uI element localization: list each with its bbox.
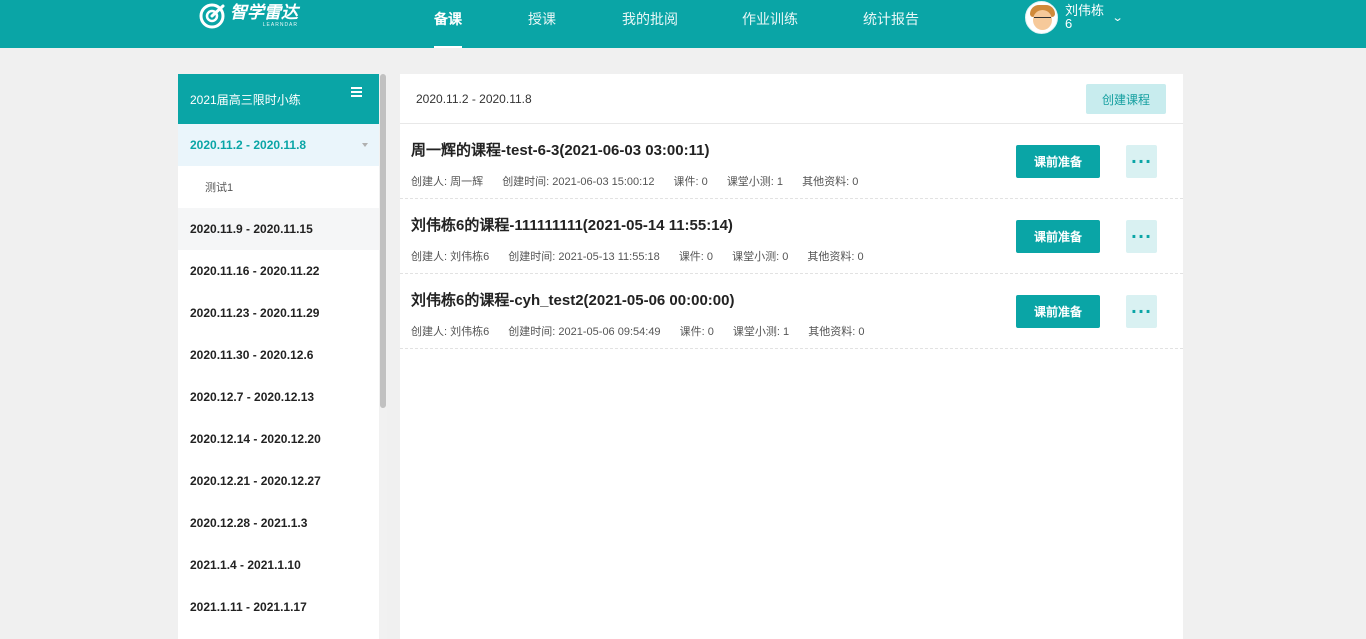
panel-header: 2020.11.2 - 2020.11.8 创建课程 [400, 74, 1183, 124]
avatar [1025, 0, 1058, 34]
course-group-sidebar: 2021届高三限时小练 2020.11.2 - 2020.11.8 测试1 20… [178, 74, 379, 639]
nav-statistics[interactable]: 统计报告 [863, 9, 919, 48]
sidebar-week-item[interactable]: 2020.11.30 - 2020.12.6 [178, 334, 379, 376]
sidebar-header: 2021届高三限时小练 [178, 74, 379, 124]
nav-teach[interactable]: 授课 [528, 9, 556, 48]
courseware-count: 课件: 0 [673, 176, 708, 188]
course-row: 刘伟栋6的课程-111111111(2021-05-14 11:55:14) 创… [400, 199, 1183, 274]
course-row: 刘伟栋6的课程-cyh_test2(2021-05-06 00:00:00) 创… [400, 274, 1183, 349]
created-time: 创建时间: 2021-05-06 09:54:49 [508, 326, 661, 338]
more-options-icon[interactable]: ··· [1126, 295, 1157, 328]
chevron-down-icon: ⌄ [1111, 11, 1124, 24]
sidebar-scrollbar[interactable] [379, 74, 387, 639]
pre-class-prep-button[interactable]: 课前准备 [1016, 145, 1100, 178]
more-options-icon[interactable]: ··· [1126, 220, 1157, 253]
sidebar-week-item[interactable]: 2020.11.9 - 2020.11.15 [178, 208, 379, 250]
courseware-count: 课件: 0 [678, 251, 714, 263]
sidebar-sub-item[interactable]: 测试1 [178, 166, 379, 208]
course-meta: 创建人: 周一辉 创建时间: 2021-06-03 15:00:12 课件: 0… [411, 173, 874, 189]
course-meta: 创建人: 刘伟栋6 创建时间: 2021-05-06 09:54:49 课件: … [411, 323, 880, 339]
sidebar-week-item[interactable]: 2020.12.28 - 2021.1.3 [178, 502, 379, 544]
sidebar-week-item[interactable]: 2020.12.7 - 2020.12.13 [178, 376, 379, 418]
course-meta: 创建人: 刘伟栋6 创建时间: 2021-05-13 11:55:18 课件: … [411, 248, 880, 264]
course-row: 周一辉的课程-test-6-3(2021-06-03 03:00:11) 创建人… [400, 124, 1183, 199]
menu-icon[interactable] [351, 87, 362, 97]
logo-text: 智学雷达 [230, 3, 298, 22]
quiz-count: 课堂小测: 1 [732, 326, 790, 338]
course-title[interactable]: 周一辉的课程-test-6-3(2021-06-03 03:00:11) [411, 139, 709, 160]
creator: 创建人: 刘伟栋6 [411, 326, 490, 338]
more-options-icon[interactable]: ··· [1126, 145, 1157, 178]
sidebar-week-item[interactable]: 2021.1.4 - 2021.1.10 [178, 544, 379, 586]
sidebar-week-item[interactable]: 2020.11.23 - 2020.11.29 [178, 292, 379, 334]
user-menu[interactable]: 刘伟栋6 ⌄ [1025, 0, 1124, 34]
sidebar-week-item[interactable]: 2020.12.14 - 2020.12.20 [178, 418, 379, 460]
creator: 创建人: 周一辉 [411, 176, 484, 188]
week-label: 2020.11.2 - 2020.11.8 [190, 138, 307, 152]
sidebar-week-item[interactable]: 2020.12.21 - 2020.12.27 [178, 460, 379, 502]
create-course-button[interactable]: 创建课程 [1086, 84, 1166, 114]
created-time: 创建时间: 2021-06-03 15:00:12 [502, 176, 655, 188]
created-time: 创建时间: 2021-05-13 11:55:18 [508, 251, 660, 263]
pre-class-prep-button[interactable]: 课前准备 [1016, 295, 1100, 328]
courseware-count: 课件: 0 [679, 326, 714, 338]
other-materials-count: 其他资料: 0 [802, 176, 859, 188]
nav-homework[interactable]: 作业训练 [742, 9, 798, 48]
course-list-panel: 2020.11.2 - 2020.11.8 创建课程 周一辉的课程-test-6… [400, 74, 1183, 639]
user-name: 刘伟栋6 [1065, 3, 1105, 31]
nav-my-review[interactable]: 我的批阅 [622, 9, 678, 48]
class-title: 2021届高三限时小练 [190, 92, 301, 107]
other-materials-count: 其他资料: 0 [807, 251, 864, 263]
nav-prepare[interactable]: 备课 [434, 9, 462, 48]
sidebar-week-item[interactable]: 2021.1.11 - 2021.1.17 [178, 586, 379, 628]
creator: 创建人: 刘伟栋6 [411, 251, 490, 263]
pre-class-prep-button[interactable]: 课前准备 [1016, 220, 1100, 253]
sidebar-week-item[interactable]: 2020.11.16 - 2020.11.22 [178, 250, 379, 292]
top-bar: 智学雷达 LEARNDAR 备课 授课 我的批阅 作业训练 统计报告 刘伟栋6 … [0, 0, 1366, 48]
quiz-count: 课堂小测: 1 [726, 176, 784, 188]
date-range: 2020.11.2 - 2020.11.8 [416, 92, 532, 106]
logo[interactable]: 智学雷达 LEARNDAR [198, 2, 298, 30]
logo-radar-icon [198, 2, 226, 30]
course-title[interactable]: 刘伟栋6的课程-cyh_test2(2021-05-06 00:00:00) [411, 289, 734, 310]
logo-subtext: LEARNDAR [262, 22, 298, 28]
sidebar-week-item[interactable]: 2020.11.2 - 2020.11.8 [178, 124, 379, 166]
caret-down-icon [362, 143, 368, 147]
course-title[interactable]: 刘伟栋6的课程-111111111(2021-05-14 11:55:14) [411, 214, 733, 235]
quiz-count: 课堂小测: 0 [732, 251, 789, 263]
scrollbar-thumb[interactable] [380, 74, 386, 408]
other-materials-count: 其他资料: 0 [808, 326, 865, 338]
